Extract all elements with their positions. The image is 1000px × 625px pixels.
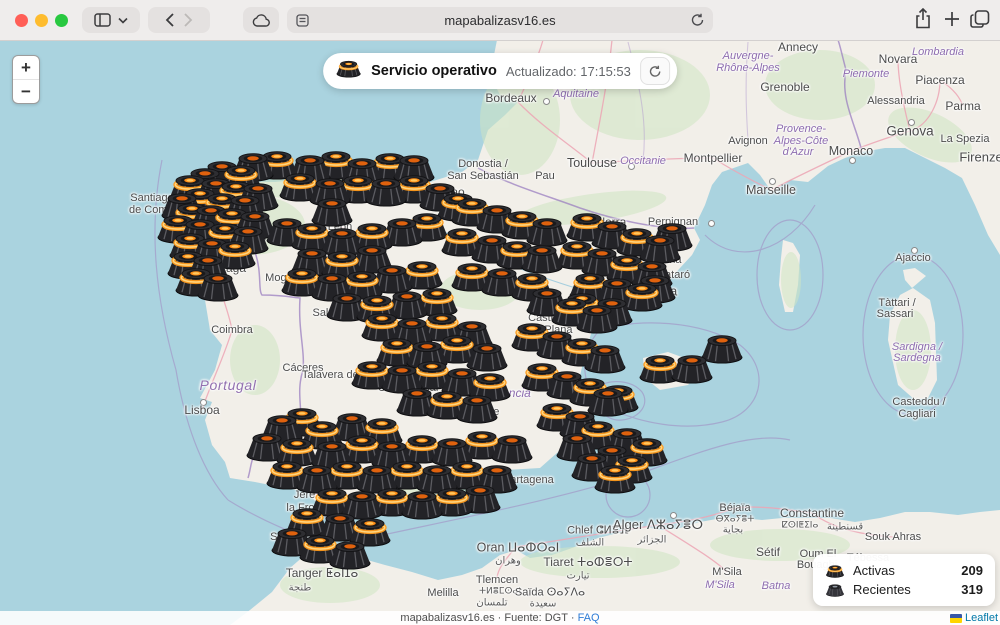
close-window-button[interactable] — [15, 14, 28, 27]
status-updated-time: Actualizado: 17:15:53 — [506, 64, 631, 79]
status-title: Servicio operativo — [371, 63, 497, 79]
attribution-site: mapabalizasv16.es — [400, 612, 494, 624]
browser-toolbar: mapabalizasv16.es — [0, 0, 1000, 41]
city-dot — [708, 220, 715, 227]
cloud-icon — [252, 14, 270, 27]
map-basemap — [0, 40, 1000, 625]
reload-icon[interactable] — [691, 13, 704, 27]
beacon-marker[interactable] — [195, 270, 241, 302]
app-window: mapabalizasv16.es — [0, 0, 1000, 625]
attribution-source: Fuente: DGT — [504, 612, 567, 624]
legend-row: Activas 209 — [825, 561, 983, 580]
city-dot — [849, 157, 856, 164]
forward-button-icon[interactable] — [184, 13, 193, 27]
beacon-marker[interactable] — [489, 432, 535, 464]
maximize-window-button[interactable] — [55, 14, 68, 27]
city-dot — [908, 119, 915, 126]
legend-label: Activas — [853, 563, 895, 578]
beacon-marker[interactable] — [669, 352, 715, 384]
city-dot — [911, 247, 918, 254]
beacon-icon — [335, 59, 362, 83]
beacon-marker[interactable] — [454, 392, 500, 424]
legend: Activas 209 Recientes 319 — [813, 554, 995, 606]
beacon-marker[interactable] — [592, 462, 638, 494]
new-tab-icon[interactable] — [944, 8, 960, 30]
leaflet-attribution: Leaflet — [950, 611, 998, 625]
legend-value: 319 — [961, 582, 983, 597]
legend-value: 209 — [961, 563, 983, 578]
beacon-marker[interactable] — [363, 175, 409, 207]
share-icon[interactable] — [914, 8, 932, 30]
url-text: mapabalizasv16.es — [309, 13, 691, 28]
address-bar[interactable]: mapabalizasv16.es — [287, 7, 713, 33]
back-button-icon[interactable] — [165, 13, 174, 27]
legend-label: Recientes — [853, 582, 911, 597]
city-dot — [628, 163, 635, 170]
minimize-window-button[interactable] — [35, 14, 48, 27]
refresh-button[interactable] — [640, 57, 670, 85]
beacon-marker[interactable] — [574, 302, 620, 334]
city-dot — [670, 512, 677, 519]
zoom-out-button[interactable]: − — [13, 80, 39, 103]
sidebar-icon[interactable] — [94, 13, 111, 27]
city-dot — [543, 98, 550, 105]
city-dot — [769, 178, 776, 185]
chevron-down-icon[interactable] — [118, 17, 128, 24]
status-pill: Servicio operativo Actualizado: 17:15:53 — [323, 53, 677, 89]
beacon-marker[interactable] — [327, 538, 373, 570]
beacon-active-icon — [825, 564, 845, 578]
ukraine-flag-icon — [950, 614, 962, 623]
sidebar-button-group — [82, 7, 140, 33]
legend-row: Recientes 319 — [825, 580, 983, 599]
icloud-button[interactable] — [243, 7, 279, 33]
page-settings-icon[interactable] — [296, 14, 309, 27]
beacon-marker[interactable] — [399, 488, 445, 520]
map[interactable]: BordeauxToulouseMontpellierMarseilleAvig… — [0, 40, 1000, 625]
beacon-recent-icon — [825, 583, 845, 597]
tab-overview-icon[interactable] — [970, 8, 990, 30]
faq-link[interactable]: FAQ — [578, 612, 600, 624]
map-zoom-control: + − — [12, 55, 40, 104]
zoom-in-button[interactable]: + — [13, 56, 39, 80]
city-dot — [200, 399, 207, 406]
attribution-bar: mapabalizasv16.es · Fuente: DGT · FAQ Le… — [0, 611, 1000, 625]
leaflet-link[interactable]: Leaflet — [965, 611, 998, 625]
nav-button-group — [148, 7, 210, 33]
attribution-text: mapabalizasv16.es · Fuente: DGT · FAQ — [0, 611, 1000, 625]
